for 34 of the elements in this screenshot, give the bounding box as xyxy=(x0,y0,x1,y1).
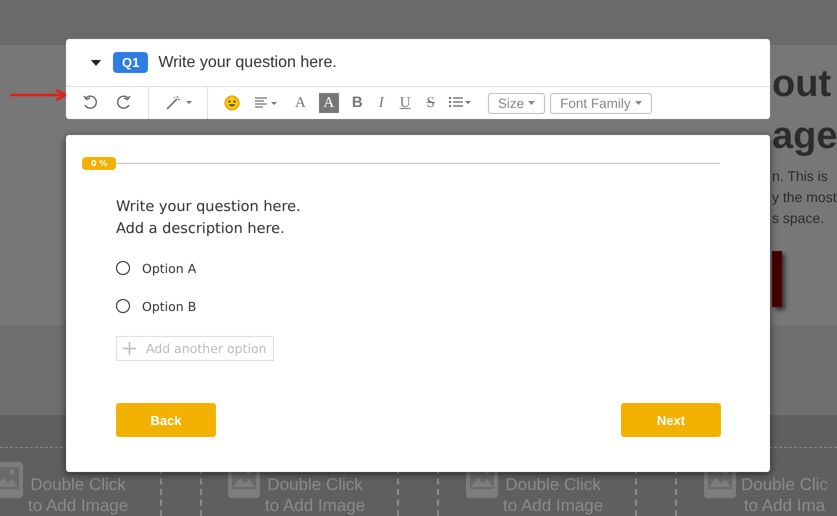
undo-icon[interactable] xyxy=(82,94,100,112)
radio-button[interactable] xyxy=(116,299,130,313)
paragraph-text: n. This is xyxy=(772,167,829,186)
paragraph-text: y the most xyxy=(772,188,837,207)
format-button[interactable]: I xyxy=(376,93,387,113)
redo-icon[interactable] xyxy=(114,94,132,112)
magic-wand-icon[interactable] xyxy=(165,95,193,111)
caret-icon xyxy=(528,101,536,105)
plus-icon xyxy=(123,342,136,355)
option-label[interactable]: Option A xyxy=(142,260,196,276)
format-button[interactable]: B xyxy=(348,93,366,113)
format-button[interactable]: A xyxy=(318,93,339,113)
list-icon[interactable] xyxy=(448,96,472,110)
format-button[interactable]: A xyxy=(292,93,309,113)
format-button[interactable]: U xyxy=(396,93,414,113)
caret-icon xyxy=(634,101,642,105)
font-family-select[interactable]: Font Family xyxy=(550,92,652,114)
radio-button[interactable] xyxy=(116,261,130,275)
headline-text: out xyxy=(772,62,832,106)
description-text: Add a description here. xyxy=(116,220,286,239)
headline-text: age xyxy=(772,114,837,158)
option-label[interactable]: Option B xyxy=(142,298,196,314)
question-text: Write your question here. xyxy=(116,198,301,217)
progress-badge: 0 % xyxy=(82,157,116,170)
caret-icon[interactable] xyxy=(91,60,101,66)
emoji-icon[interactable] xyxy=(224,95,240,111)
size-select[interactable]: Size xyxy=(488,92,546,114)
add-option-field[interactable]: Add another option xyxy=(116,336,274,361)
paragraph-text: s space. xyxy=(772,209,826,228)
pointer-arrow xyxy=(10,89,68,101)
question-badge: Q1 xyxy=(113,52,148,73)
format-button[interactable]: S xyxy=(424,93,438,113)
question-title: Write your question here. xyxy=(158,54,337,72)
align-icon[interactable] xyxy=(254,96,278,110)
